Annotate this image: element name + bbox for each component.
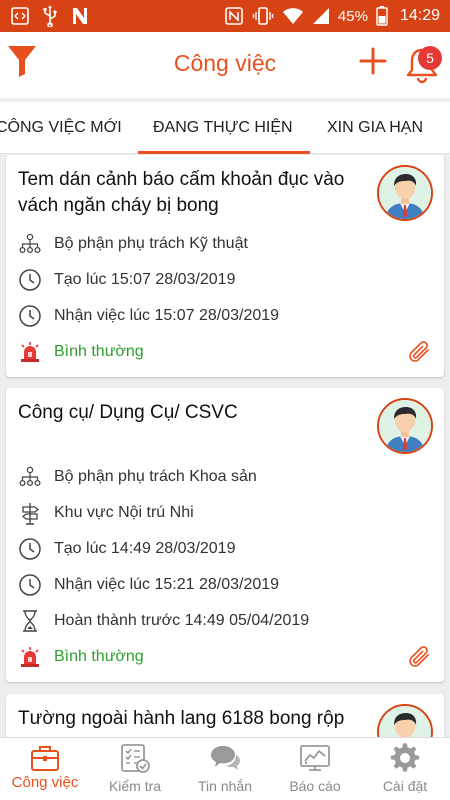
created-text: Tạo lúc 14:49 28/03/2019	[54, 540, 236, 557]
app-notification-icon	[70, 6, 90, 26]
deadline-row: Hoàn thành trước 14:49 05/04/2019	[18, 609, 309, 633]
nav-messages[interactable]: Tin nhắn	[180, 738, 270, 800]
nav-label: Kiểm tra	[108, 778, 162, 794]
report-icon	[300, 745, 330, 771]
task-card[interactable]: Tem dán cảnh báo cấm khoản đục vào vách …	[6, 155, 444, 377]
nav-tasks[interactable]: Công việc	[0, 738, 90, 800]
checklist-icon	[121, 744, 150, 773]
tab-bar: CÔNG VIỆC MỚI ĐANG THỰC HIỆN XIN GIA HẠN	[0, 102, 450, 154]
created-text: Tạo lúc 15:07 28/03/2019	[54, 271, 236, 288]
wifi-icon	[282, 7, 304, 25]
nav-label: Cài đặt	[382, 778, 428, 794]
developer-mode-icon	[10, 6, 30, 26]
clock-icon	[18, 537, 42, 561]
nav-inspection[interactable]: Kiểm tra	[90, 738, 180, 800]
received-row: Nhận việc lúc 15:07 28/03/2019	[18, 304, 279, 328]
received-row: Nhận việc lúc 15:21 28/03/2019	[18, 573, 279, 597]
tab-in-progress[interactable]: ĐANG THỰC HIỆN	[153, 102, 293, 154]
department-text: Bộ phận phụ trách Kỹ thuật	[54, 235, 248, 252]
tab-new-tasks[interactable]: CÔNG VIỆC MỚI	[0, 102, 122, 154]
siren-icon	[18, 340, 42, 364]
active-tab-indicator	[138, 151, 310, 154]
task-title: Tem dán cảnh báo cấm khoản đục vào vách …	[18, 169, 345, 216]
briefcase-icon	[31, 746, 59, 771]
bottom-navigation: Công việc Kiểm tra Tin nhắn Báo cáo Cài …	[0, 737, 450, 800]
hourglass-icon	[18, 609, 42, 633]
nfc-icon	[224, 6, 244, 26]
clock-icon	[18, 304, 42, 328]
chat-icon	[211, 746, 240, 770]
battery-icon	[376, 6, 388, 26]
app-bar: Công việc	[0, 32, 450, 98]
add-task-button[interactable]	[358, 46, 388, 76]
department-text: Bộ phận phụ trách Khoa sản	[54, 468, 257, 485]
clock-icon	[18, 268, 42, 292]
deadline-text: Hoàn thành trước 14:49 05/04/2019	[54, 612, 310, 629]
area-text: Khu vực Nội trú Nhi	[54, 504, 194, 521]
gear-icon	[390, 743, 420, 772]
org-chart-icon	[18, 232, 42, 256]
vibrate-icon	[252, 6, 274, 26]
nav-settings[interactable]: Cài đặt	[360, 738, 450, 800]
nav-label: Báo cáo	[289, 778, 341, 794]
avatar	[377, 165, 433, 221]
area-row: Khu vực Nội trú Nhi	[18, 501, 194, 525]
nav-label: Công việc	[11, 774, 79, 791]
paperclip-icon	[409, 341, 429, 362]
received-text: Nhận việc lúc 15:07 28/03/2019	[54, 307, 280, 324]
created-row: Tạo lúc 15:07 28/03/2019	[18, 268, 235, 292]
notification-badge: 5	[418, 46, 442, 70]
task-card[interactable]: Công cụ/ Dụng Cụ/ CSVC Bộ phận phụ trách…	[6, 388, 444, 682]
priority-row: Bình thường	[18, 340, 144, 364]
nav-label: Tin nhắn	[198, 778, 252, 794]
paperclip-icon	[409, 646, 429, 667]
created-row: Tạo lúc 14:49 28/03/2019	[18, 537, 235, 561]
battery-percent: 45%	[337, 7, 368, 25]
signal-icon	[312, 7, 330, 25]
priority-text: Bình thường	[54, 648, 144, 665]
avatar	[377, 398, 433, 454]
task-title: Tường ngoài hành lang 6188 bong rộp	[18, 708, 345, 729]
signpost-icon	[18, 501, 42, 525]
priority-row: Bình thường	[18, 645, 144, 669]
usb-icon	[42, 5, 58, 27]
siren-icon	[18, 645, 42, 669]
nav-reports[interactable]: Báo cáo	[270, 738, 360, 800]
status-bar: 45% 14:29	[0, 0, 450, 32]
task-title: Công cụ/ Dụng Cụ/ CSVC	[18, 402, 238, 423]
plus-icon	[359, 47, 387, 75]
attachment-button[interactable]	[406, 644, 432, 670]
org-chart-icon	[18, 465, 42, 489]
received-text: Nhận việc lúc 15:21 28/03/2019	[54, 576, 280, 593]
department-row: Bộ phận phụ trách Khoa sản	[18, 465, 257, 489]
clock-icon	[18, 573, 42, 597]
department-row: Bộ phận phụ trách Kỹ thuật	[18, 232, 248, 256]
tab-extension-requests[interactable]: XIN GIA HẠN	[327, 102, 423, 154]
priority-text: Bình thường	[54, 343, 144, 360]
attachment-button[interactable]	[406, 339, 432, 365]
clock: 14:29	[399, 7, 440, 24]
